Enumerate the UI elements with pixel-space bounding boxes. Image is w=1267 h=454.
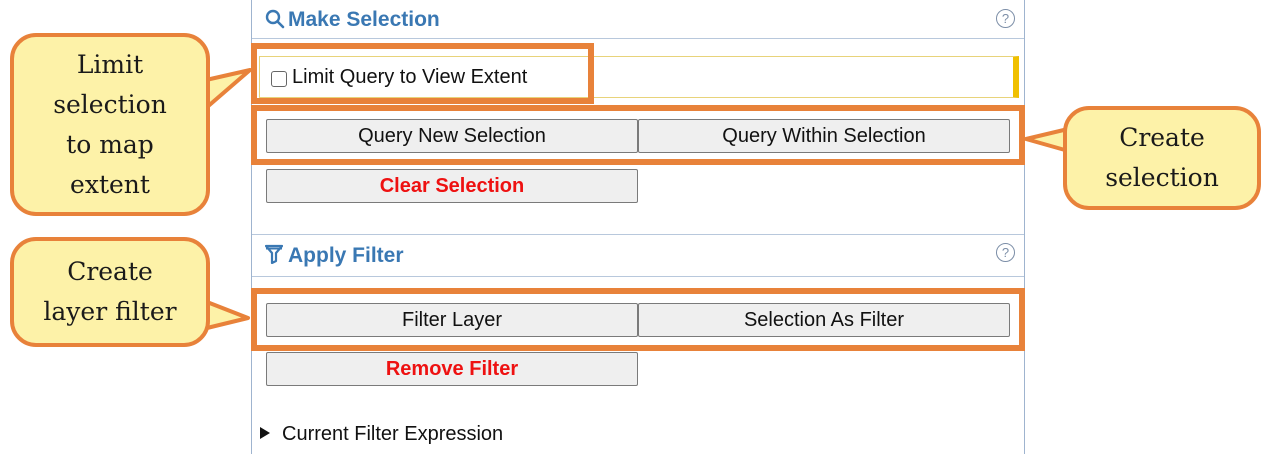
callout-line: selection	[53, 89, 167, 119]
callout-line: Limit	[76, 49, 144, 79]
callout-line: extent	[70, 169, 150, 199]
filter-callout-pointer	[205, 300, 250, 330]
callout-line: selection	[1105, 163, 1219, 192]
create-layer-filter-callout: Create layer filter	[10, 237, 210, 347]
callout-line: Create	[1119, 123, 1205, 152]
callout-line: to map	[66, 129, 154, 159]
callout-line: Create	[67, 257, 153, 286]
limit-selection-callout: Limit selection to map extent	[10, 33, 210, 216]
limit-callout-pointer	[204, 68, 252, 110]
callout-line: layer filter	[43, 297, 177, 326]
create-selection-callout: Create selection	[1063, 106, 1261, 210]
